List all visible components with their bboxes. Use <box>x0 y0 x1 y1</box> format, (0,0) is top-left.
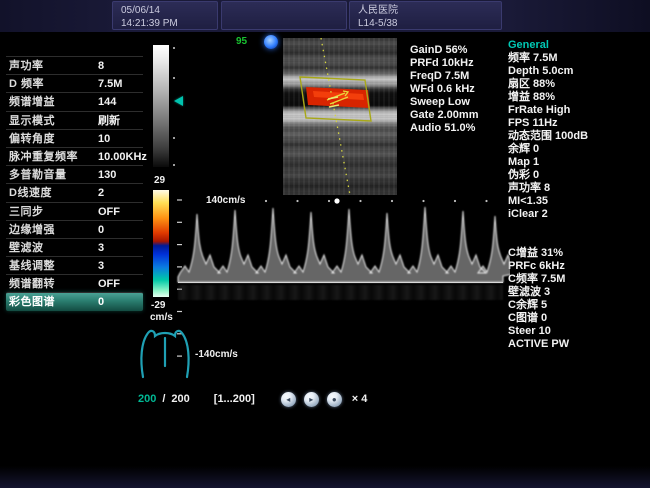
param-row[interactable]: 偏转角度10 <box>6 129 143 147</box>
colorbar-min-label: -29 <box>151 300 165 311</box>
param-row[interactable]: 频谱增益144 <box>6 92 143 110</box>
pw-line: PRFd 10kHz <box>410 57 478 70</box>
param-row[interactable]: D 频率7.5M <box>6 74 143 92</box>
current-frame: 200 <box>138 393 156 405</box>
bmode-graphics-overlay <box>283 38 397 195</box>
header-datetime: 05/06/14 14:21:39 PM <box>112 1 218 30</box>
colorbar-max-label: 29 <box>154 175 165 186</box>
info-line: 声功率 8 <box>508 182 648 195</box>
sample-indicator-dot <box>264 35 278 49</box>
info-line: 壁滤波 3 <box>508 286 648 299</box>
graybar-tick <box>173 77 175 79</box>
info-line: 频率 7.5M <box>508 52 648 65</box>
param-row[interactable]: 边缘增强0 <box>6 220 143 238</box>
velocity-scale-max: 140cm/s <box>206 195 245 206</box>
param-row[interactable]: 三同步OFF <box>6 202 143 220</box>
graybar-tick <box>173 164 175 166</box>
probe-model: L14-5/38 <box>358 17 493 30</box>
ultrasound-screen: 05/06/14 14:21:39 PM 人民医院 L14-5/38 声功率8 … <box>0 0 650 488</box>
param-row[interactable]: D线速度2 <box>6 183 143 201</box>
pw-line: Audio 51.0% <box>410 122 478 135</box>
pw-parameter-overlay: GainD 56% PRFd 10kHz FreqD 7.5M WFd 0.6 … <box>410 44 478 135</box>
info-line: ACTIVE PW <box>508 338 648 351</box>
prev-frame-button[interactable]: ◂ <box>281 392 296 407</box>
doppler-cursor-line[interactable] <box>321 38 350 195</box>
header-hospital-probe: 人民医院 L14-5/38 <box>349 1 502 30</box>
bmode-image[interactable] <box>283 38 397 195</box>
info-line: iClear 2 <box>508 208 648 221</box>
pw-line: GainD 56% <box>410 44 478 57</box>
pw-line: Gate 2.00mm <box>410 109 478 122</box>
info-line: FPS 11Hz <box>508 117 648 130</box>
info-line: PRFc 6kHz <box>508 260 648 273</box>
pw-line: FreqD 7.5M <box>410 70 478 83</box>
stop-button[interactable]: ● <box>327 392 342 407</box>
info-line: C增益 31% <box>508 247 648 260</box>
pw-line: WFd 0.6 kHz <box>410 83 478 96</box>
info-line: MI<1.35 <box>508 195 648 208</box>
info-heading: General <box>508 39 648 52</box>
total-frames: 200 <box>171 393 189 405</box>
hospital-name: 人民医院 <box>358 4 493 17</box>
color-doppler-map-bar <box>153 190 169 297</box>
info-line: 伪彩 0 <box>508 169 648 182</box>
date-text: 05/06/14 <box>121 4 209 17</box>
info-line: 余辉 0 <box>508 143 648 156</box>
info-line: 扇区 88% <box>508 78 648 91</box>
grayscale-map-bar <box>153 45 169 167</box>
info-line: Map 1 <box>508 156 648 169</box>
parameter-sidebar: 声功率8 D 频率7.5M 频谱增益144 显示模式刷新 偏转角度10 脉冲重复… <box>6 56 143 311</box>
header-bar: 05/06/14 14:21:39 PM 人民医院 L14-5/38 <box>0 0 650 32</box>
info-line: 增益 88% <box>508 91 648 104</box>
frame-range: [1...200] <box>214 393 255 405</box>
body-marker-icon[interactable] <box>137 324 193 380</box>
param-row[interactable]: 显示模式刷新 <box>6 111 143 129</box>
info-line: C频率 7.5M <box>508 273 648 286</box>
param-row[interactable]: 多普勒音量130 <box>6 165 143 183</box>
info-line: Depth 5.0cm <box>508 65 648 78</box>
info-line: FrRate High <box>508 104 648 117</box>
focus-position-arrow-icon[interactable] <box>174 96 183 106</box>
graybar-tick <box>173 47 175 49</box>
cine-playback-bar: 200 / 200 [1...200] ◂ ▸ ● × 4 <box>138 391 367 407</box>
info-line: C余辉 5 <box>508 299 648 312</box>
screen-vignette <box>0 466 650 488</box>
header-patient-field[interactable] <box>221 1 347 30</box>
spectral-doppler-trace[interactable] <box>170 192 510 367</box>
next-frame-button[interactable]: ▸ <box>304 392 319 407</box>
velocity-scale-min: -140cm/s <box>195 349 238 360</box>
param-row[interactable]: 声功率8 <box>6 56 143 74</box>
param-row[interactable]: 频谱翻转OFF <box>6 274 143 292</box>
image-info-panel: General 频率 7.5M Depth 5.0cm 扇区 88% 增益 88… <box>508 39 648 351</box>
info-line: C图谱 0 <box>508 312 648 325</box>
pw-line: Sweep Low <box>410 96 478 109</box>
playback-speed: × 4 <box>352 393 368 405</box>
sub-baseline-noise <box>178 285 503 300</box>
time-text: 14:21:39 PM <box>121 17 209 30</box>
frame-separator: / <box>162 393 165 405</box>
info-line: Steer 10 <box>508 325 648 338</box>
quality-value: 95 <box>236 36 247 47</box>
param-row[interactable]: 脉冲重复频率10.00KHz <box>6 147 143 165</box>
info-line: 动态范围 100dB <box>508 130 648 143</box>
graybar-tick <box>173 137 175 139</box>
param-row-colormap-selected[interactable]: 彩色图谱0 <box>6 292 143 310</box>
doppler-waveform <box>178 207 510 282</box>
param-row[interactable]: 基线调整3 <box>6 256 143 274</box>
param-row[interactable]: 壁滤波3 <box>6 238 143 256</box>
